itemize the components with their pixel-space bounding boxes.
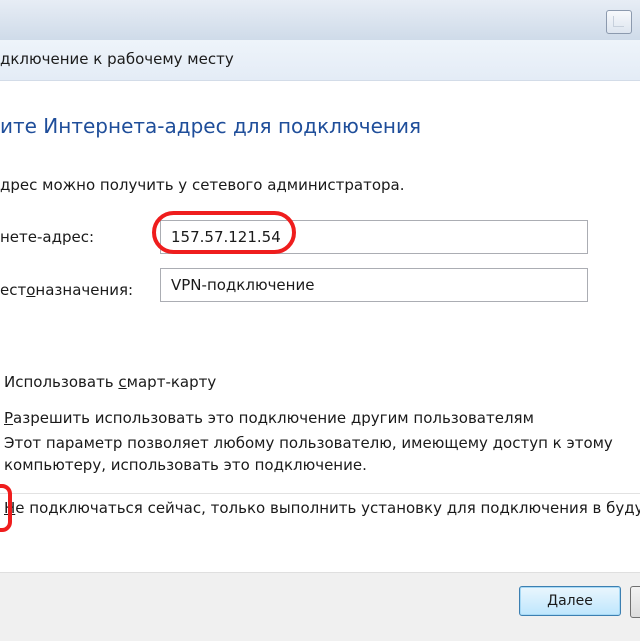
window-title: дключение к рабочему месту <box>0 50 234 68</box>
allow-others-description: Этот параметр позволяет любому пользоват… <box>4 434 613 474</box>
destination-label-post: назначения: <box>35 281 134 299</box>
destination-label-pre: ест <box>0 281 27 299</box>
allow-others-checkbox-label[interactable]: Разрешить использовать это подключение д… <box>4 409 534 427</box>
close-button[interactable] <box>606 10 632 34</box>
page-heading: ите Интернета-адрес для подключения <box>0 114 422 138</box>
smartcard-label-hotkey: с <box>118 373 127 391</box>
dont-connect-checkbox-label[interactable]: Не подключаться сейчас, только выполнить… <box>4 499 640 517</box>
destination-name-input[interactable] <box>160 268 588 302</box>
next-button-hotkey: Д <box>547 593 559 609</box>
smartcard-label-pre: Использовать <box>4 373 119 391</box>
allow-others-label-hotkey: Р <box>4 409 14 427</box>
destination-label: естоназначения: <box>0 281 133 299</box>
navigation-bar: дключение к рабочему месту <box>0 40 640 81</box>
next-button-label: алее <box>558 593 593 609</box>
info-text: дрес можно получить у сетевого администр… <box>0 176 405 194</box>
cancel-button[interactable] <box>630 586 640 618</box>
dont-connect-label-post: е подключаться сейчас, только выполнить … <box>15 499 640 517</box>
smartcard-checkbox-label[interactable]: Использовать смарт-карту <box>4 373 216 391</box>
smartcard-label-post: март-карту <box>126 373 217 391</box>
checkbox-highlight-ring <box>0 484 12 532</box>
divider-line <box>0 493 640 494</box>
address-label: нете-адрес: <box>0 228 95 246</box>
next-button[interactable]: Далее <box>519 586 621 616</box>
allow-others-label-post: азрешить использовать это подключение др… <box>13 409 534 427</box>
address-highlight-ring <box>152 211 296 254</box>
window-titlebar <box>0 0 640 41</box>
